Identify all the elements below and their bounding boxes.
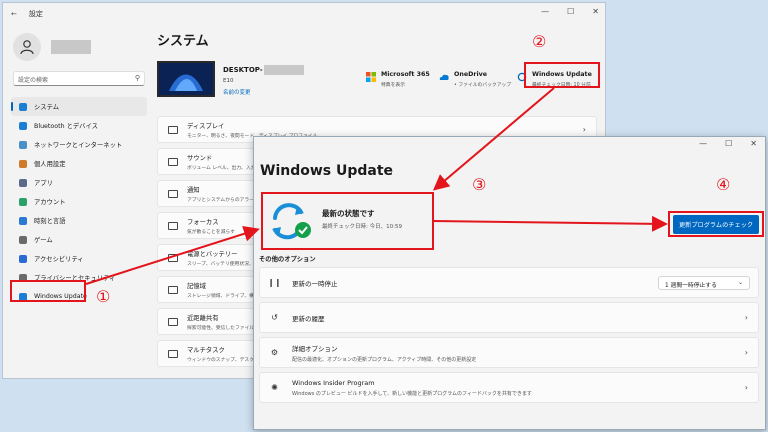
card-icon	[168, 189, 178, 198]
window-title: 設定	[28, 10, 43, 18]
sidebar-item-icon	[19, 254, 27, 263]
card-icon	[168, 157, 178, 166]
sidebar-item-label: ゲーム	[34, 237, 53, 244]
chevron-right-icon: ›	[582, 125, 586, 134]
options-list: ❙❙ 更新の一時停止 1 週間一時停止する ⌄ ↺ 更新の履歴 › ⚙ 詳細オプ…	[259, 267, 759, 407]
sidebar-item[interactable]: アプリ	[11, 173, 147, 192]
sidebar-item[interactable]: アカウント	[11, 192, 147, 211]
sidebar-item[interactable]: Bluetooth とデバイス	[11, 116, 147, 135]
device-wallpaper-thumbnail	[157, 61, 215, 97]
microsoft-logo-icon	[366, 72, 376, 82]
check-updates-highlight: 更新プログラムのチェック	[668, 211, 764, 237]
sidebar-item-icon	[19, 102, 27, 111]
history-icon: ↺	[271, 313, 278, 322]
window-controls: — ☐ ✕	[541, 7, 599, 16]
pause-icon: ❙❙	[267, 278, 282, 287]
close-icon[interactable]: ✕	[592, 7, 599, 16]
sidebar-item-label: 時刻と言語	[34, 218, 66, 225]
avatar	[13, 33, 41, 61]
callout-4: ④	[716, 175, 731, 194]
sidebar-item-label: ネットワークとインターネット	[34, 142, 123, 149]
status-subtitle: 最終チェック日時: 今日、10:59	[322, 224, 402, 230]
card-icon	[168, 221, 178, 230]
status-title: 最新の状態です	[322, 209, 375, 218]
rename-link[interactable]: 名前の変更	[223, 88, 251, 96]
search-icon: ⚲	[134, 74, 140, 82]
chevron-down-icon: ⌄	[738, 280, 743, 286]
back-arrow-icon[interactable]: ←	[11, 10, 17, 18]
user-profile[interactable]	[13, 33, 91, 61]
pause-updates-row: ❙❙ 更新の一時停止 1 週間一時停止する ⌄	[259, 267, 759, 298]
callout-3: ③	[472, 175, 487, 194]
insider-program-row[interactable]: ✺ Windows Insider Program Windows のプレビュー …	[259, 372, 759, 403]
maximize-icon[interactable]: ☐	[567, 7, 574, 16]
pause-duration-select[interactable]: 1 週間一時停止する ⌄	[658, 276, 750, 290]
advanced-options-row[interactable]: ⚙ 詳細オプション 配信の最適化、オプションの更新プログラム、アクティブ時間、その…	[259, 337, 759, 368]
sidebar-item[interactable]: システム	[11, 97, 147, 116]
person-icon	[20, 40, 34, 55]
update-status-icon	[272, 203, 311, 240]
sidebar-nav: システム Bluetooth とデバイスネットワークとインターネット 個人用設定アプ…	[11, 97, 147, 306]
sidebar-item-icon	[19, 140, 27, 149]
card-icon	[168, 349, 178, 358]
device-name-redacted	[263, 65, 304, 75]
sidebar-item[interactable]: ネットワークとインターネット	[11, 135, 147, 154]
sidebar-item-label: アプリ	[34, 180, 53, 187]
maximize-icon[interactable]: ☐	[725, 139, 732, 148]
chevron-right-icon: ›	[744, 313, 748, 322]
minimize-icon[interactable]: —	[699, 139, 707, 148]
sidebar-item-icon	[19, 121, 27, 130]
username-redacted	[51, 40, 91, 54]
sidebar-item[interactable]: ゲーム	[11, 230, 147, 249]
sidebar-item-label: アクセシビリティ	[34, 256, 84, 263]
search-input[interactable]: 設定の検索 ⚲	[13, 71, 145, 86]
highlight-tile-windows-update	[524, 62, 600, 88]
highlight-nav-windows-update	[10, 280, 86, 302]
microsoft365-tile[interactable]: Microsoft 365 特典を表示	[366, 71, 430, 88]
sidebar-item[interactable]: アクセシビリティ	[11, 249, 147, 268]
update-history-row[interactable]: ↺ 更新の履歴 ›	[259, 302, 759, 333]
sidebar-item-label: システム	[34, 104, 59, 111]
sidebar-item[interactable]: 個人用設定	[11, 154, 147, 173]
sidebar-item-label: Bluetooth とデバイス	[34, 123, 98, 130]
page-title: システム	[157, 34, 209, 49]
chevron-right-icon: ›	[744, 383, 748, 392]
settings-titlebar: ← 設定	[3, 3, 605, 25]
callout-1: ①	[96, 287, 111, 306]
check-updates-button[interactable]: 更新プログラムのチェック	[672, 214, 760, 234]
sidebar-item-icon	[19, 235, 27, 244]
windows-update-window: — ☐ ✕ Windows Update 最新の状態です 最終チェック日時: 今…	[253, 136, 766, 430]
onedrive-tile[interactable]: OneDrive • ファイルのバックアップ	[439, 71, 511, 88]
close-icon[interactable]: ✕	[750, 139, 757, 148]
card-icon	[168, 125, 178, 134]
sidebar-item-label: 個人用設定	[34, 161, 66, 168]
update-status: 最新の状態です 最終チェック日時: 今日、10:59	[261, 192, 434, 250]
sidebar-item-label: アカウント	[34, 199, 66, 206]
chevron-right-icon: ›	[744, 348, 748, 357]
sidebar-item-icon	[19, 178, 27, 187]
wu-window-controls: — ☐ ✕	[699, 139, 757, 148]
sidebar-item-icon	[19, 216, 27, 225]
callout-2: ②	[532, 32, 547, 51]
minimize-icon[interactable]: —	[541, 7, 549, 16]
wu-page-title: Windows Update	[260, 163, 394, 179]
sidebar-item-icon	[19, 159, 27, 168]
search-placeholder: 設定の検索	[18, 77, 49, 84]
card-icon	[168, 253, 178, 262]
sidebar-item[interactable]: 時刻と言語	[11, 211, 147, 230]
card-icon	[168, 285, 178, 294]
insider-icon: ✺	[271, 383, 278, 392]
card-icon	[168, 317, 178, 326]
sidebar-item-icon	[19, 197, 27, 206]
device-name: DESKTOP-	[223, 65, 304, 75]
onedrive-cloud-icon	[439, 74, 449, 80]
gears-icon: ⚙	[270, 348, 279, 357]
device-edition: E10	[223, 78, 234, 84]
windows-bloom-image	[159, 63, 213, 95]
other-options-heading: その他のオプション	[259, 256, 316, 263]
